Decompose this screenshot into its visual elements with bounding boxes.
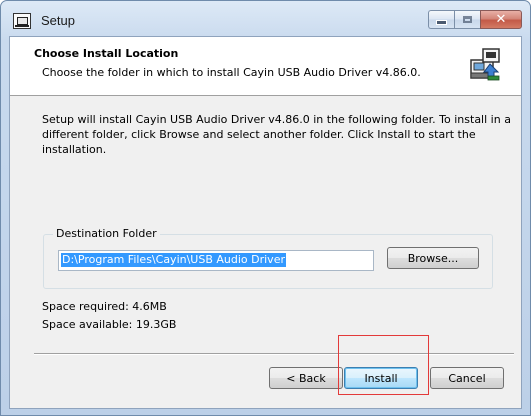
caption-buttons: ✕ <box>428 10 522 29</box>
cancel-button[interactable]: Cancel <box>430 367 504 389</box>
back-button[interactable]: < Back <box>269 367 343 389</box>
page-header: Choose Install Location Choose the folde… <box>10 37 521 96</box>
install-button[interactable]: Install <box>344 367 418 389</box>
app-icon <box>13 13 31 29</box>
space-required: Space required: 4.6MB <box>42 300 167 313</box>
destination-folder-label: Destination Folder <box>53 227 160 240</box>
dialog-client-area: Choose Install Location Choose the folde… <box>9 36 522 409</box>
title-bar[interactable]: Setup ✕ <box>1 1 530 35</box>
footer-divider <box>34 353 514 355</box>
maximize-icon <box>463 16 472 23</box>
close-icon: ✕ <box>495 12 507 27</box>
page-subtitle: Choose the folder in which to install Ca… <box>42 66 421 79</box>
window-title: Setup <box>41 13 75 28</box>
destination-path-input[interactable]: D:\Program Files\Cayin\USB Audio Driver <box>58 250 374 271</box>
setup-window: Setup ✕ Choose Install Location Choose t… <box>0 0 531 416</box>
destination-folder-group: Destination Folder D:\Program Files\Cayi… <box>43 227 493 289</box>
destination-path-value: D:\Program Files\Cayin\USB Audio Driver <box>61 253 286 267</box>
space-available: Space available: 19.3GB <box>42 318 177 331</box>
page-title: Choose Install Location <box>34 47 179 60</box>
close-button[interactable]: ✕ <box>480 10 522 29</box>
minimize-button[interactable] <box>428 10 454 29</box>
installer-icon <box>470 48 500 81</box>
intro-text: Setup will install Cayin USB Audio Drive… <box>42 113 511 156</box>
browse-button[interactable]: Browse... <box>387 247 479 269</box>
minimize-icon <box>436 20 447 25</box>
maximize-button[interactable] <box>454 10 480 29</box>
